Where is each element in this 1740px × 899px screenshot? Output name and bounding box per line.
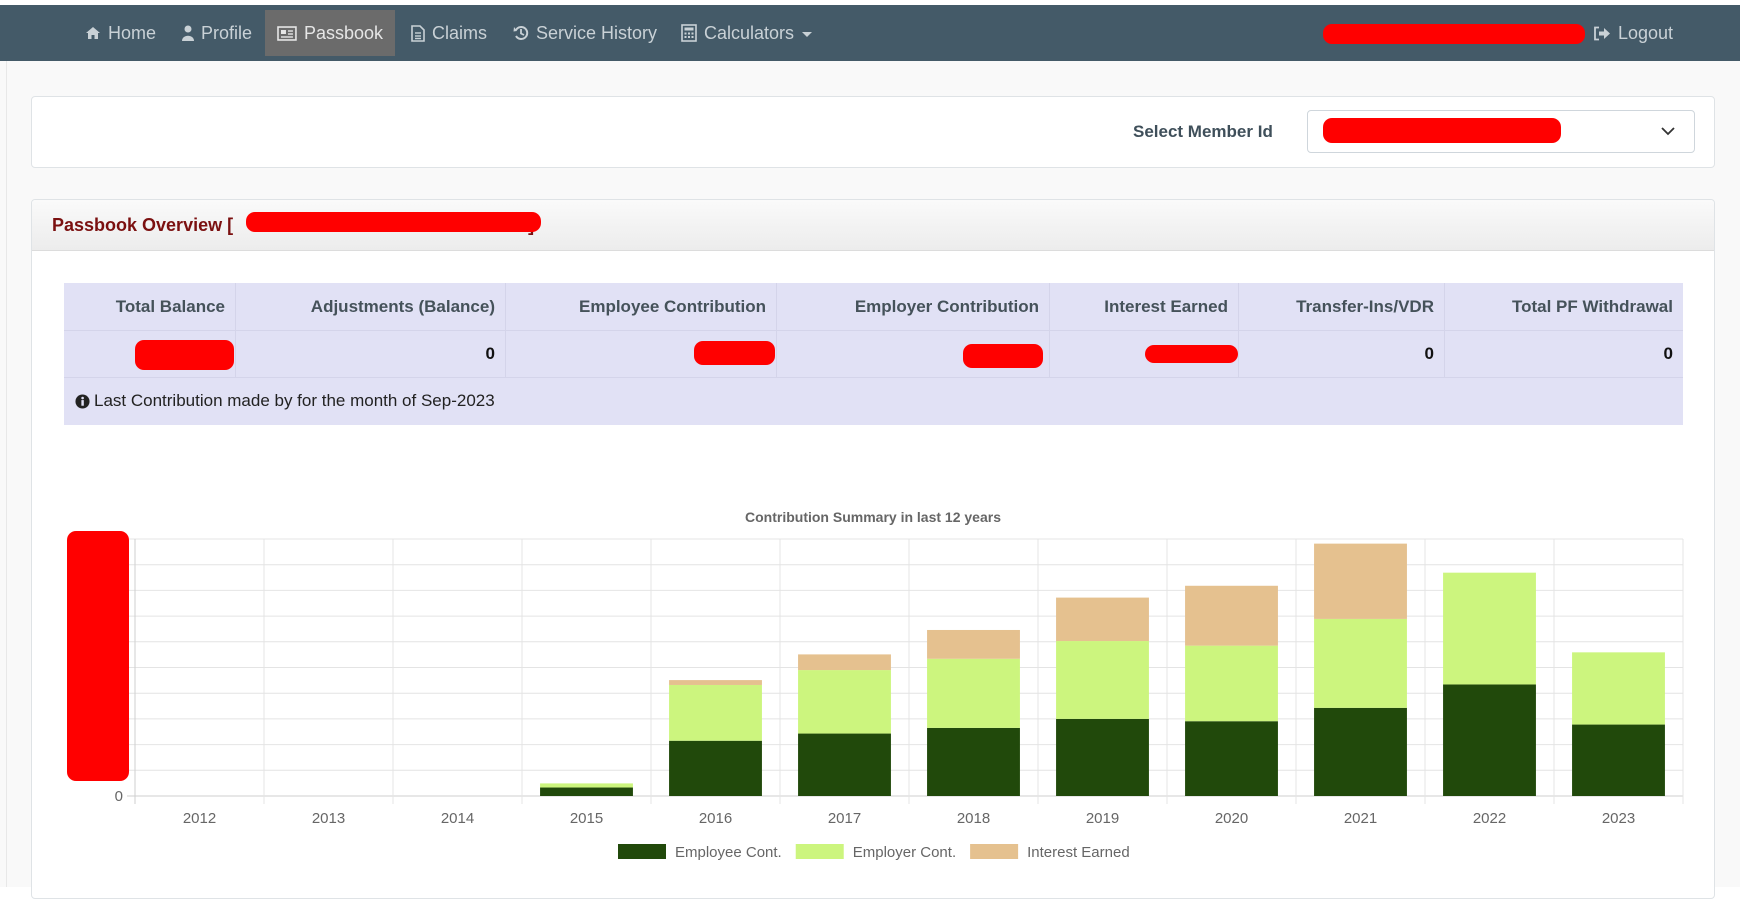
x-tick-label: 2020	[1215, 810, 1248, 827]
chart-title: Contribution Summary in last 12 years	[745, 509, 1001, 525]
x-tick-label: 2017	[828, 810, 861, 827]
chart-x-ticks: 2012 2013 2014 2015 2016 2017 2018 2019 2020 2021…	[183, 810, 1635, 827]
bar-employer-cont-2015	[540, 783, 633, 788]
bar-employee-cont-2021	[1314, 707, 1407, 796]
bar-employee-cont-2023	[1572, 724, 1665, 796]
x-tick-label: 2022	[1473, 810, 1506, 827]
legend-label: Interest Earned	[1027, 844, 1130, 861]
bar-employer-cont-2023	[1572, 652, 1665, 725]
bar-interest-earned-2018	[927, 629, 1020, 659]
bar-employee-cont-2015	[540, 787, 633, 796]
legend-swatch	[795, 844, 844, 859]
bar-employee-cont-2019	[1056, 718, 1149, 796]
bar-employer-cont-2020	[1185, 645, 1278, 722]
bar-interest-earned-2019	[1056, 597, 1149, 642]
bar-employee-cont-2016	[669, 740, 762, 796]
bar-interest-earned-2021	[1314, 543, 1407, 619]
bar-employee-cont-2020	[1185, 721, 1278, 796]
bar-employer-cont-2017	[798, 670, 891, 734]
y-tick-label: 0	[115, 788, 123, 805]
x-tick-label: 2018	[957, 810, 990, 827]
x-tick-label: 2023	[1602, 810, 1635, 827]
x-tick-label: 2021	[1344, 810, 1377, 827]
legend-label: Employer Cont.	[853, 844, 956, 861]
bar-employer-cont-2019	[1056, 641, 1149, 719]
bar-employer-cont-2022	[1443, 572, 1536, 685]
x-tick-label: 2013	[312, 810, 345, 827]
bar-employer-cont-2016	[669, 684, 762, 741]
chart-y-ticks: 0	[115, 788, 123, 805]
y-axis-labels-redacted	[67, 531, 129, 781]
bar-employee-cont-2017	[798, 733, 891, 796]
bar-interest-earned-2017	[798, 654, 891, 671]
x-tick-label: 2012	[183, 810, 216, 827]
bar-employer-cont-2021	[1314, 618, 1407, 708]
x-tick-label: 2019	[1086, 810, 1119, 827]
bar-interest-earned-2016	[669, 680, 762, 685]
legend-swatch	[970, 844, 1019, 859]
x-tick-label: 2015	[570, 810, 603, 827]
chart-bars	[540, 543, 1665, 796]
bar-interest-earned-2020	[1185, 585, 1278, 646]
bar-employee-cont-2022	[1443, 684, 1536, 796]
x-tick-label: 2014	[441, 810, 474, 827]
legend-swatch	[618, 844, 666, 859]
chart-legend: Employee Cont. Employer Cont. Interest Ear…	[618, 844, 1130, 861]
bar-employee-cont-2018	[927, 727, 1020, 796]
x-tick-label: 2016	[699, 810, 732, 827]
legend-label: Employee Cont.	[675, 844, 782, 861]
bar-employer-cont-2018	[927, 658, 1020, 728]
contribution-chart: Contribution Summary in last 12 years 20…	[67, 509, 1684, 861]
